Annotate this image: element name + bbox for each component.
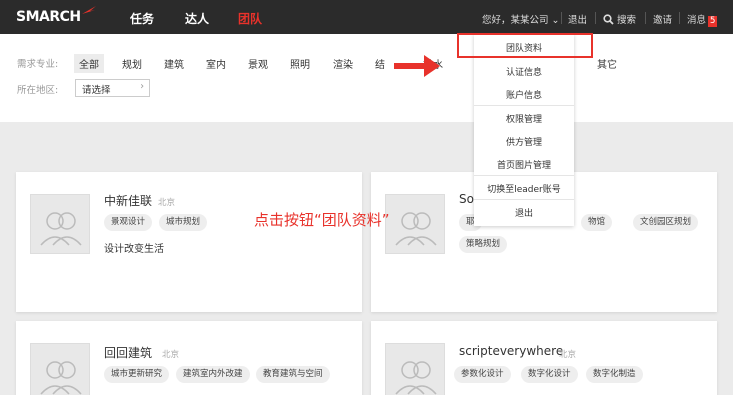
tag[interactable]: 参数化设计 xyxy=(454,366,511,383)
user-group-icon xyxy=(40,361,82,395)
bird-logo-icon xyxy=(82,6,96,14)
tag[interactable]: 物馆 xyxy=(581,214,613,231)
search-icon xyxy=(603,14,614,25)
messages-link[interactable]: 消息 5 xyxy=(687,12,718,27)
avatar xyxy=(30,194,90,254)
filter-planning[interactable]: 规划 xyxy=(122,56,142,71)
message-count-badge: 5 xyxy=(708,16,718,27)
menu-item-logout[interactable]: 退出 xyxy=(474,206,574,219)
menu-item-account[interactable]: 账户信息 xyxy=(474,88,574,101)
filter-architecture[interactable]: 建筑 xyxy=(164,56,184,71)
filter-interior[interactable]: 室内 xyxy=(206,56,226,71)
filter-panel xyxy=(0,34,733,122)
chevron-right-icon: › xyxy=(140,81,144,92)
team-name[interactable]: scripteverywhere xyxy=(459,344,563,358)
tag[interactable]: 数字化设计 xyxy=(521,366,578,383)
team-name[interactable]: 回回建筑 xyxy=(104,344,152,361)
tag[interactable]: 数字化制造 xyxy=(586,366,643,383)
filter-rendering[interactable]: 渲染 xyxy=(333,56,353,71)
menu-item-suppliers[interactable]: 供方管理 xyxy=(474,135,574,148)
menu-item-certification[interactable]: 认证信息 xyxy=(474,65,574,78)
user-group-icon xyxy=(395,212,437,246)
logout-link[interactable]: 退出 xyxy=(568,12,587,26)
tag[interactable]: 教育建筑与空间 xyxy=(256,366,330,383)
user-group-icon xyxy=(395,361,437,395)
search-link[interactable]: 搜索 xyxy=(603,12,636,26)
filter-structure[interactable]: 结 xyxy=(375,56,385,71)
tag[interactable]: 建筑室内外改建 xyxy=(176,366,250,383)
chevron-down-icon: ⌄ xyxy=(551,15,560,26)
team-city: 北京 xyxy=(559,350,577,360)
top-navbar: SMARCH 任务 达人 团队 您好，某某公司 ⌄ 退出 搜索 邀请 消息 5 xyxy=(0,0,733,34)
region-select[interactable]: 请选择 › xyxy=(75,79,150,97)
team-name[interactable]: 中新佳联 xyxy=(104,192,152,209)
instruction-annotation: 点击按钮“团队资料” xyxy=(254,211,390,229)
tag[interactable]: 文创园区规划 xyxy=(633,214,699,231)
logo[interactable]: SMARCH xyxy=(16,6,96,25)
avatar xyxy=(385,343,445,395)
tag[interactable]: 城市更新研究 xyxy=(104,366,170,383)
user-dropdown-menu: 团队资料 认证信息 账户信息 权限管理 供方管理 首页图片管理 切换至leade… xyxy=(474,34,574,226)
team-card[interactable]: 回回建筑 北京 城市更新研究 建筑室内外改建 教育建筑与空间 xyxy=(16,321,362,395)
region-label: 所在地区: xyxy=(17,85,59,96)
filter-landscape[interactable]: 景观 xyxy=(248,56,268,71)
filter-lighting[interactable]: 照明 xyxy=(290,56,310,71)
team-city: 北京 xyxy=(158,198,176,208)
menu-item-homepage-images[interactable]: 首页图片管理 xyxy=(474,158,574,171)
filter-all[interactable]: 全部 xyxy=(74,54,104,73)
team-city: 北京 xyxy=(162,350,180,360)
avatar xyxy=(30,343,90,395)
nav-task[interactable]: 任务 xyxy=(130,10,154,27)
tag[interactable]: 景观设计 xyxy=(104,214,153,231)
avatar xyxy=(385,194,445,254)
menu-item-permissions[interactable]: 权限管理 xyxy=(474,112,574,125)
user-menu-trigger[interactable]: 您好，某某公司 ⌄ xyxy=(482,12,560,26)
highlight-box xyxy=(457,33,593,58)
nav-team[interactable]: 团队 xyxy=(238,10,262,27)
arrow-right-icon xyxy=(394,55,440,77)
tag[interactable]: 城市规划 xyxy=(159,214,208,231)
filter-other[interactable]: 其它 xyxy=(597,56,617,71)
tag[interactable]: 策略规划 xyxy=(459,236,508,253)
team-card[interactable]: 中新佳联 北京 景观设计 城市规划 设计改变生活 xyxy=(16,172,362,312)
nav-talent[interactable]: 达人 xyxy=(185,10,209,27)
invite-link[interactable]: 邀请 xyxy=(653,12,672,26)
user-group-icon xyxy=(40,212,82,246)
team-slogan: 设计改变生活 xyxy=(104,244,164,255)
team-name[interactable]: So xyxy=(459,192,474,206)
menu-item-switch-leader[interactable]: 切换至leader账号 xyxy=(474,182,574,195)
team-card[interactable]: scripteverywhere 北京 参数化设计 数字化设计 数字化制造 xyxy=(371,321,717,395)
specialty-label: 需求专业: xyxy=(17,59,59,70)
